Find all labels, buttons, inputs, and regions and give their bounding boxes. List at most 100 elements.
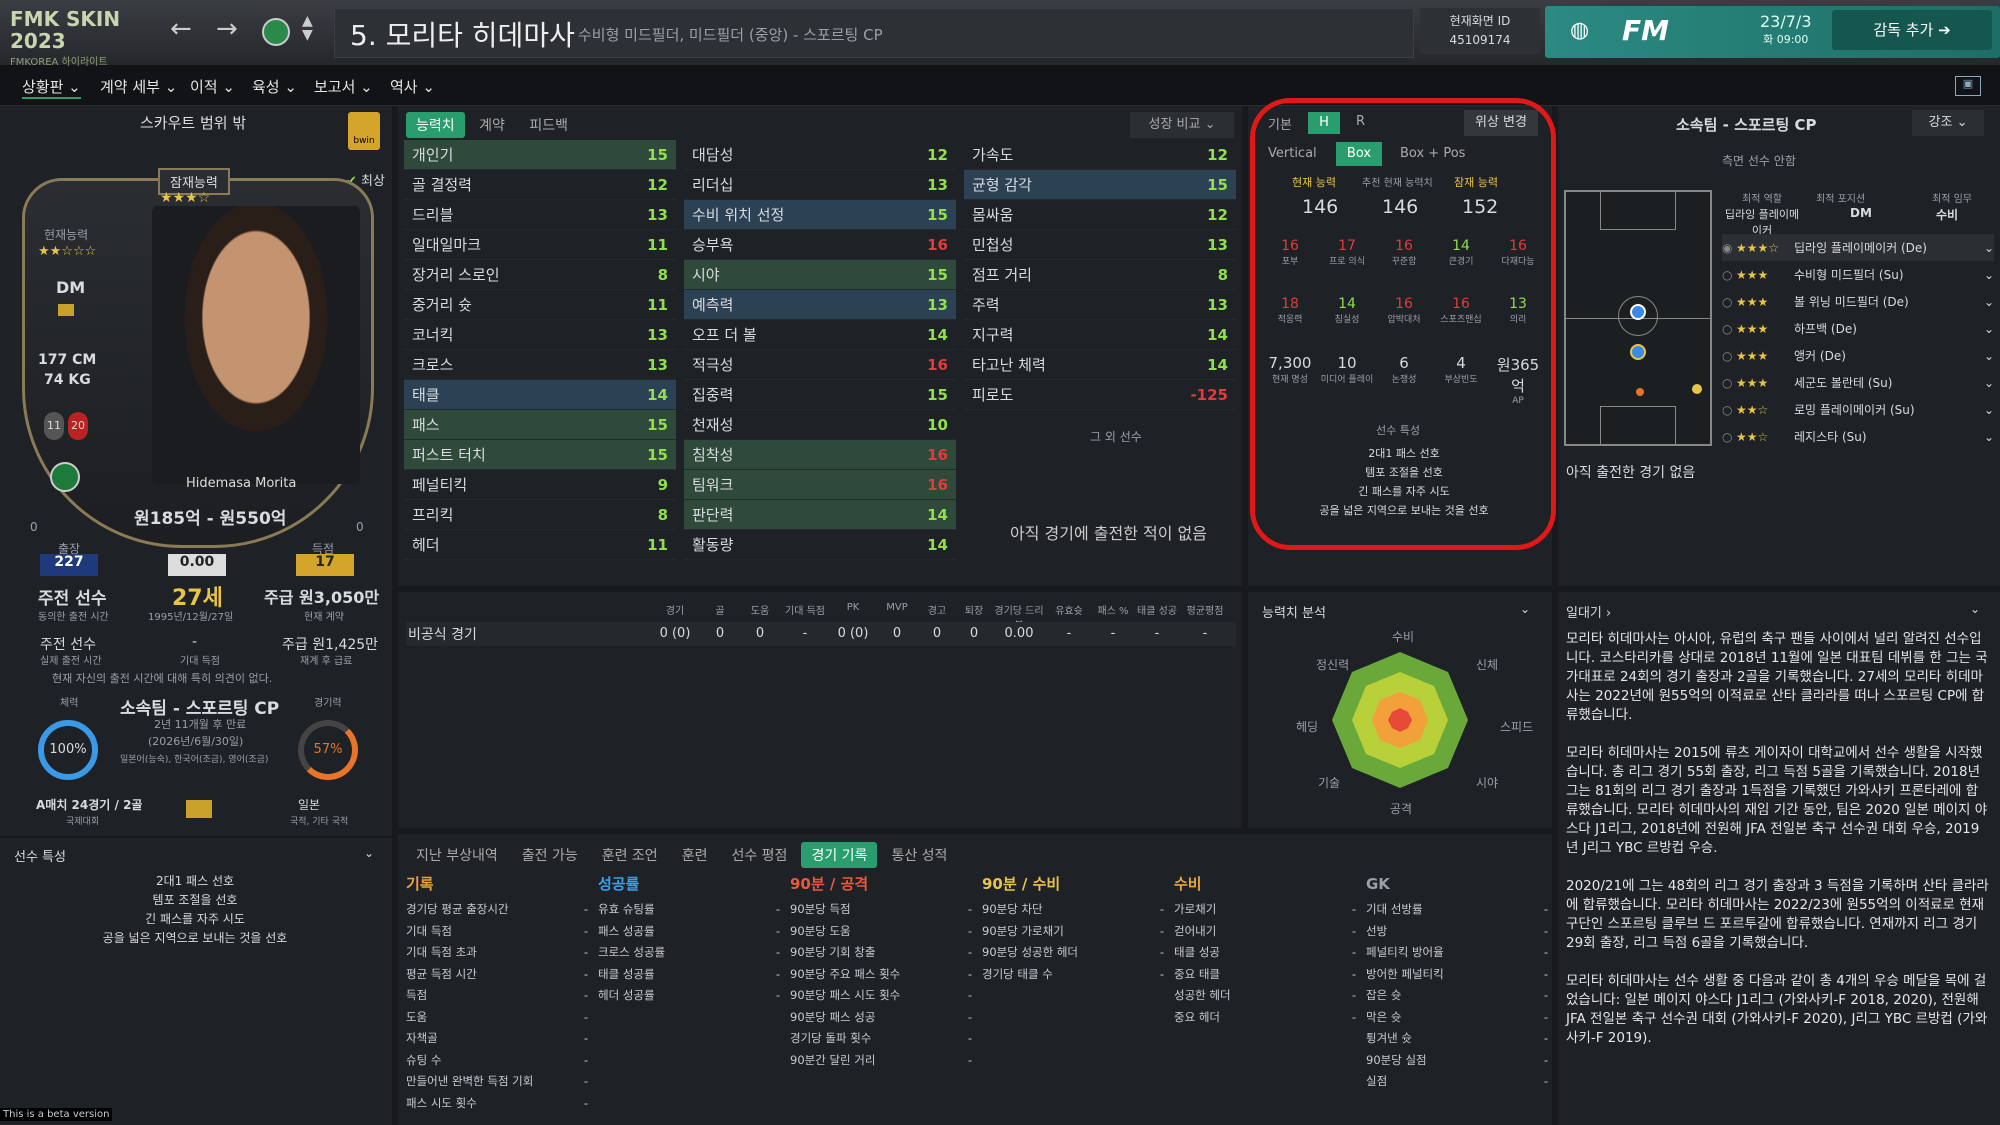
- attribute-row[interactable]: 팀워크 16: [684, 470, 956, 500]
- role-row[interactable]: ○ ★★☆ 로밍 플레이메이커 (Su) ⌄: [1722, 396, 1994, 423]
- chevron-down-icon[interactable]: ⌄: [1984, 295, 1994, 309]
- attribute-row[interactable]: 적극성 16: [684, 350, 956, 380]
- growth-compare-dropdown[interactable]: 성장 비교 ⌄: [1130, 112, 1234, 138]
- updown-chevron-icon[interactable]: ▲ ▼: [302, 14, 313, 42]
- menu-item-3[interactable]: 육성 ⌄: [252, 76, 297, 97]
- chevron-down-icon[interactable]: ⌄: [364, 846, 374, 860]
- globe-icon[interactable]: ◍: [1570, 18, 1589, 43]
- menu-item-4[interactable]: 보고서 ⌄: [314, 76, 373, 97]
- attribute-row[interactable]: 드리블 13: [404, 200, 676, 230]
- chevron-down-icon[interactable]: ⌄: [1984, 322, 1994, 336]
- attribute-row[interactable]: 수비 위치 선정 15: [684, 200, 956, 230]
- radio-icon[interactable]: ○: [1722, 322, 1736, 336]
- radio-icon[interactable]: ○: [1722, 430, 1736, 444]
- bottom-tab-1[interactable]: 출전 가능: [512, 842, 588, 868]
- attribute-row[interactable]: 피로도 -125: [964, 380, 1236, 410]
- attribute-row[interactable]: 판단력 14: [684, 500, 956, 530]
- menu-item-0[interactable]: 상황판 ⌄: [22, 76, 81, 99]
- tab-contract[interactable]: 계약: [469, 112, 515, 138]
- menu-item-5[interactable]: 역사 ⌄: [390, 76, 435, 97]
- radio-icon[interactable]: ○: [1722, 295, 1736, 309]
- attribute-row[interactable]: 페널티킥 9: [404, 470, 676, 500]
- tab-box-pos[interactable]: Box + Pos: [1400, 146, 1465, 161]
- attribute-row[interactable]: 집중력 15: [684, 380, 956, 410]
- attribute-row[interactable]: 일대일마크 11: [404, 230, 676, 260]
- attribute-row[interactable]: 중거리 슛 11: [404, 290, 676, 320]
- bottom-tab-3[interactable]: 훈련: [672, 842, 718, 868]
- attribute-row[interactable]: 코너킥 13: [404, 320, 676, 350]
- chevron-down-icon[interactable]: ⌄: [1984, 349, 1994, 363]
- attribute-row[interactable]: 퍼스트 터치 15: [404, 440, 676, 470]
- attribute-row[interactable]: 태클 14: [404, 380, 676, 410]
- forward-arrow-icon[interactable]: →: [216, 14, 238, 44]
- tab-vertical[interactable]: Vertical: [1268, 146, 1317, 161]
- chevron-down-icon[interactable]: ⌄: [1984, 430, 1994, 444]
- radio-icon[interactable]: ◉: [1722, 241, 1736, 255]
- emphasis-dropdown[interactable]: 강조 ⌄: [1912, 110, 1984, 136]
- menu-item-1[interactable]: 계약 세부 ⌄: [100, 76, 177, 97]
- club-crest-icon[interactable]: [262, 18, 290, 46]
- bottom-tab-6[interactable]: 통산 성적: [881, 842, 957, 868]
- attribute-row[interactable]: 승부욕 16: [684, 230, 956, 260]
- role-row[interactable]: ○ ★★☆ 레지스타 (Su) ⌄: [1722, 423, 1994, 450]
- attribute-row[interactable]: 가속도 12: [964, 140, 1236, 170]
- menu-item-2[interactable]: 이적 ⌄: [190, 76, 235, 97]
- biography-title[interactable]: 일대기 ›: [1566, 602, 1611, 621]
- bottom-tab-4[interactable]: 선수 평점: [721, 842, 797, 868]
- attribute-row[interactable]: 타고난 체력 14: [964, 350, 1236, 380]
- attribute-row[interactable]: 침착성 16: [684, 440, 956, 470]
- attribute-row[interactable]: 균형 감각 15: [964, 170, 1236, 200]
- attribute-row[interactable]: 천재성 10: [684, 410, 956, 440]
- role-row[interactable]: ◉ ★★★☆ 딥라잉 플레이메이커 (De) ⌄: [1722, 234, 1994, 261]
- tab-feedback[interactable]: 피드백: [519, 112, 578, 138]
- bottom-tab-5[interactable]: 경기 기록: [801, 842, 878, 868]
- add-manager-button[interactable]: 감독 추가 ➔: [1832, 10, 1992, 50]
- attribute-row[interactable]: 시야 15: [684, 260, 956, 290]
- attribute-row[interactable]: 대담성 12: [684, 140, 956, 170]
- radio-icon[interactable]: ○: [1722, 268, 1736, 282]
- attribute-row[interactable]: 점프 거리 8: [964, 260, 1236, 290]
- attribute-row[interactable]: 프리킥 8: [404, 500, 676, 530]
- chevron-down-icon[interactable]: ⌄: [1984, 403, 1994, 417]
- screenshot-icon[interactable]: ▣: [1955, 76, 1981, 96]
- attribute-row[interactable]: 패스 15: [404, 410, 676, 440]
- attribute-row[interactable]: 리더십 13: [684, 170, 956, 200]
- tab-ability[interactable]: 능력치: [406, 112, 465, 138]
- role-row[interactable]: ○ ★★★ 볼 위닝 미드필더 (De) ⌄: [1722, 288, 1994, 315]
- attribute-row[interactable]: 오프 더 볼 14: [684, 320, 956, 350]
- chevron-down-icon[interactable]: ⌄: [1520, 602, 1530, 616]
- role-row[interactable]: ○ ★★★ 수비형 미드필더 (Su) ⌄: [1722, 261, 1994, 288]
- role-row[interactable]: ○ ★★★ 세군도 볼란테 (Su) ⌄: [1722, 369, 1994, 396]
- radio-icon[interactable]: ○: [1722, 349, 1736, 363]
- attribute-row[interactable]: 주력 13: [964, 290, 1236, 320]
- chevron-down-icon[interactable]: ⌄: [1970, 602, 1980, 616]
- attribute-row[interactable]: 지구력 14: [964, 320, 1236, 350]
- radio-icon[interactable]: ○: [1722, 376, 1736, 390]
- stats-item: 기대 득점 초과 -: [406, 942, 588, 964]
- tab-box[interactable]: Box: [1336, 142, 1382, 166]
- back-arrow-icon[interactable]: ←: [170, 14, 192, 44]
- chevron-down-icon[interactable]: ⌄: [1984, 268, 1994, 282]
- tab-basic[interactable]: 기본: [1268, 114, 1292, 133]
- role-row[interactable]: ○ ★★★ 하프백 (De) ⌄: [1722, 315, 1994, 342]
- role-row[interactable]: ○ ★★★ 앵커 (De) ⌄: [1722, 342, 1994, 369]
- chevron-down-icon[interactable]: ⌄: [1984, 241, 1994, 255]
- change-position-button[interactable]: 위상 변경: [1464, 110, 1538, 136]
- attribute-row[interactable]: 예측력 13: [684, 290, 956, 320]
- bottom-tab-0[interactable]: 지난 부상내역: [406, 842, 508, 868]
- attribute-row[interactable]: 장거리 스로인 8: [404, 260, 676, 290]
- attribute-row[interactable]: 헤더 11: [404, 530, 676, 560]
- attribute-row[interactable]: 활동량 14: [684, 530, 956, 560]
- date-display[interactable]: 23/7/3 화 09:00: [1760, 12, 1812, 47]
- hidden-attribute-value: 17: [1338, 238, 1356, 254]
- attribute-row[interactable]: 개인기 15: [404, 140, 676, 170]
- attribute-row[interactable]: 몸싸움 12: [964, 200, 1236, 230]
- attribute-row[interactable]: 크로스 13: [404, 350, 676, 380]
- tab-h[interactable]: H: [1308, 112, 1340, 134]
- attribute-row[interactable]: 민첩성 13: [964, 230, 1236, 260]
- bottom-tab-2[interactable]: 훈련 조언: [592, 842, 668, 868]
- tab-r[interactable]: R: [1356, 114, 1365, 129]
- attribute-row[interactable]: 골 결정력 12: [404, 170, 676, 200]
- radio-icon[interactable]: ○: [1722, 403, 1736, 417]
- chevron-down-icon[interactable]: ⌄: [1984, 376, 1994, 390]
